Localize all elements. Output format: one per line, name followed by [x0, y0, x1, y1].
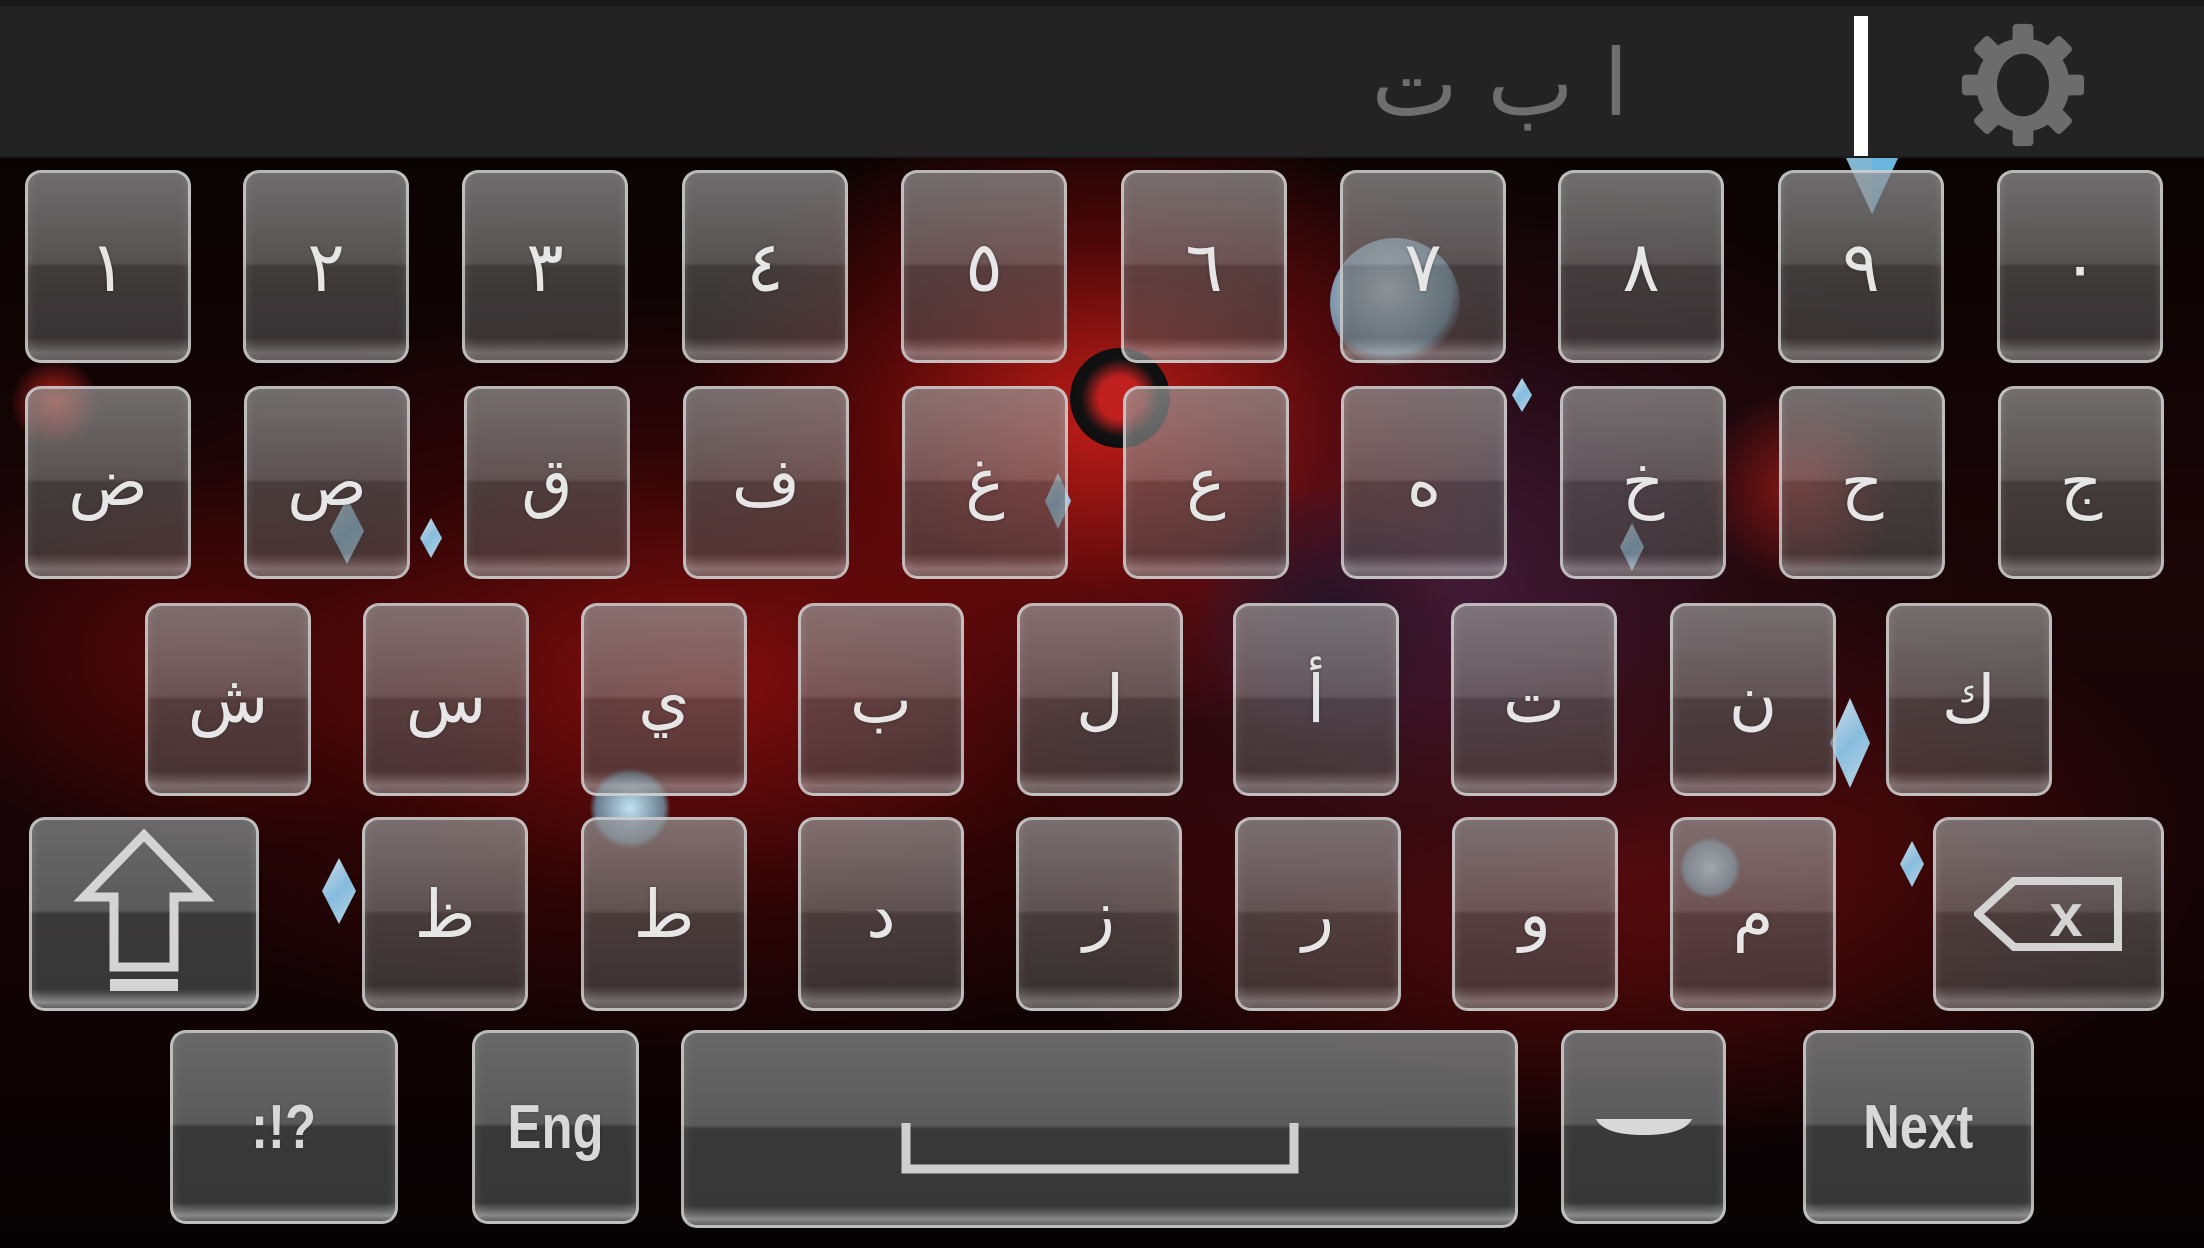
key-letter[interactable]: ص — [244, 386, 410, 579]
dash-key[interactable] — [1561, 1030, 1726, 1224]
key-digit-5[interactable]: ٥ — [901, 170, 1067, 363]
key-label: Eng — [507, 1092, 604, 1162]
wallpaper-gem — [1830, 698, 1870, 788]
key-digit-3[interactable]: ٣ — [462, 170, 628, 363]
space-bar-icon — [901, 1123, 1298, 1174]
key-label: ص — [287, 444, 367, 521]
key-label: ق — [521, 444, 573, 521]
wallpaper-gem — [1512, 378, 1532, 412]
key-letter[interactable]: ش — [145, 603, 311, 796]
key-digit-9[interactable]: ٩ — [1778, 170, 1944, 363]
key-label: أ — [1306, 661, 1326, 738]
key-letter[interactable]: م — [1670, 817, 1836, 1011]
key-letter[interactable]: ج — [1998, 386, 2164, 579]
key-label: خ — [1621, 444, 1665, 521]
key-digit-1[interactable]: ١ — [25, 170, 191, 363]
key-digit-4[interactable]: ٤ — [682, 170, 848, 363]
suggestion-word[interactable]: ا ب ت — [1320, 24, 1680, 144]
key-label: ت — [1502, 661, 1566, 738]
key-letter[interactable]: ك — [1886, 603, 2052, 796]
key-label: ن — [1728, 661, 1778, 738]
key-letter[interactable]: ق — [464, 386, 630, 579]
key-label: غ — [965, 444, 1005, 521]
svg-text:x: x — [2049, 882, 2082, 949]
key-label: د — [866, 875, 896, 953]
wallpaper-gem — [420, 518, 442, 558]
tatweel-dash-icon — [1595, 1119, 1692, 1135]
key-letter[interactable]: ع — [1123, 386, 1289, 579]
shift-key[interactable] — [29, 817, 259, 1011]
key-digit-2[interactable]: ٢ — [243, 170, 409, 363]
symbols-key[interactable]: :!? — [170, 1030, 398, 1224]
wallpaper-gem — [322, 858, 356, 924]
key-letter[interactable]: و — [1452, 817, 1618, 1011]
key-label: ج — [2059, 444, 2103, 521]
key-label: ب — [849, 661, 913, 738]
key-label: م — [1732, 875, 1774, 953]
text-cursor-indicator — [1854, 16, 1868, 156]
wallpaper-gem — [1900, 841, 1924, 887]
key-letter[interactable]: ل — [1017, 603, 1183, 796]
key-digit-7[interactable]: ٧ — [1340, 170, 1506, 363]
key-label: ز — [1083, 875, 1115, 953]
backspace-icon: x — [1973, 877, 2122, 951]
shift-arrow-icon — [74, 829, 214, 991]
key-label: ه — [1406, 444, 1442, 521]
space-key[interactable] — [681, 1030, 1518, 1228]
key-letter[interactable]: د — [798, 817, 964, 1011]
key-letter[interactable]: ح — [1779, 386, 1945, 579]
key-label: ٠ — [2061, 225, 2099, 308]
key-label: ٣ — [526, 225, 564, 308]
key-letter[interactable]: ر — [1235, 817, 1401, 1011]
key-label: ٩ — [1842, 225, 1880, 308]
key-label: ٥ — [965, 225, 1003, 308]
key-label: ح — [1840, 444, 1884, 521]
key-label: و — [1519, 875, 1551, 953]
key-letter[interactable]: ط — [581, 817, 747, 1011]
gear-icon[interactable] — [1958, 20, 2088, 150]
key-label: ش — [187, 661, 269, 738]
key-label: ٧ — [1404, 225, 1442, 308]
key-letter[interactable]: س — [363, 603, 529, 796]
key-label: ف — [731, 444, 801, 521]
key-label: ض — [68, 444, 148, 521]
key-letter[interactable]: ظ — [362, 817, 528, 1011]
key-letter[interactable]: غ — [902, 386, 1068, 579]
key-letter[interactable]: ض — [25, 386, 191, 579]
key-label: ٦ — [1185, 225, 1223, 308]
key-letter[interactable]: ه — [1341, 386, 1507, 579]
key-digit-8[interactable]: ٨ — [1558, 170, 1724, 363]
key-label: ٢ — [307, 225, 345, 308]
key-letter[interactable]: ف — [683, 386, 849, 579]
key-label: ر — [1302, 875, 1334, 953]
key-letter[interactable]: ز — [1016, 817, 1182, 1011]
suggestion-bar: ا ب ت — [0, 0, 2204, 158]
key-label: Next — [1863, 1092, 1974, 1162]
key-letter[interactable]: ن — [1670, 603, 1836, 796]
key-label: ٨ — [1622, 225, 1660, 308]
key-letter[interactable]: خ — [1560, 386, 1726, 579]
backspace-key[interactable]: x — [1933, 817, 2164, 1011]
key-label: ك — [1941, 661, 1997, 738]
key-label: ط — [633, 875, 695, 953]
key-label: ي — [638, 661, 690, 738]
key-label: ١ — [89, 225, 127, 308]
key-digit-0[interactable]: ٠ — [1997, 170, 2163, 363]
key-label: :!? — [251, 1092, 317, 1162]
key-label: س — [405, 661, 487, 738]
key-digit-6[interactable]: ٦ — [1121, 170, 1287, 363]
key-label: ع — [1186, 444, 1226, 521]
key-label: ل — [1076, 661, 1124, 738]
key-letter[interactable]: ت — [1451, 603, 1617, 796]
key-label: ٤ — [746, 225, 784, 308]
key-letter[interactable]: أ — [1233, 603, 1399, 796]
next-key[interactable]: Next — [1803, 1030, 2034, 1224]
key-letter[interactable]: ي — [581, 603, 747, 796]
key-label: ظ — [414, 875, 476, 953]
language-switch-key[interactable]: Eng — [472, 1030, 639, 1224]
key-letter[interactable]: ب — [798, 603, 964, 796]
